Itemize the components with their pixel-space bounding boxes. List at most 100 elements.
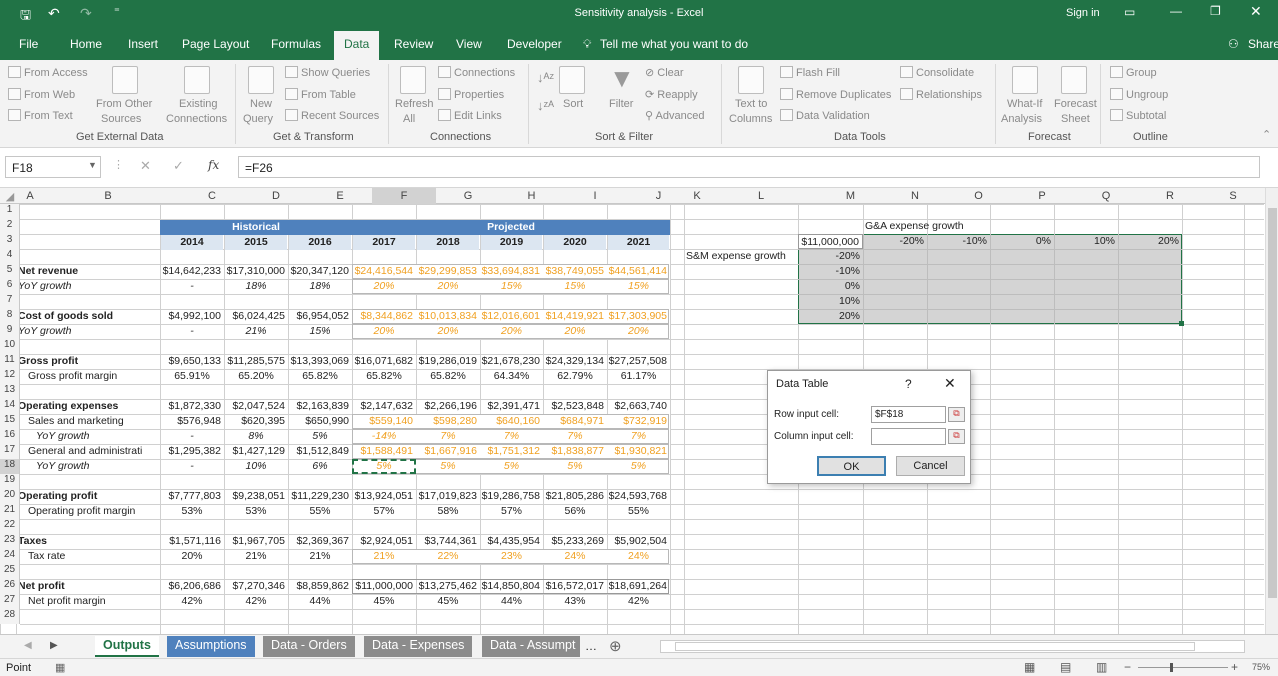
cell-value[interactable]: 18%: [288, 279, 352, 294]
row-header[interactable]: 19: [0, 474, 20, 489]
cell-value[interactable]: $24,329,134: [543, 354, 607, 369]
cell-value[interactable]: $9,238,051: [224, 489, 288, 504]
cell-value[interactable]: -14%: [352, 429, 416, 444]
more-sheets-icon[interactable]: …: [585, 639, 597, 653]
macro-record-icon[interactable]: ▦: [55, 661, 65, 674]
cell-value[interactable]: 20%: [416, 324, 480, 339]
sign-in-link[interactable]: Sign in: [1066, 7, 1100, 19]
cell-value[interactable]: 20%: [352, 279, 416, 294]
tab-insert[interactable]: Insert: [128, 37, 158, 51]
cell-value[interactable]: $1,967,705: [224, 534, 288, 549]
cell-value[interactable]: 20%: [160, 549, 224, 564]
enter-formula-icon[interactable]: ✓: [173, 158, 184, 174]
tab-page-layout[interactable]: Page Layout: [182, 37, 249, 51]
cell-value[interactable]: 45%: [416, 594, 480, 609]
col-header-g[interactable]: G: [436, 190, 500, 202]
cell-value[interactable]: $17,303,905: [607, 309, 670, 324]
cell-value[interactable]: $19,286,758: [480, 489, 543, 504]
cell-value[interactable]: $21,805,286: [543, 489, 607, 504]
row-header[interactable]: 9: [0, 324, 20, 339]
cell-value[interactable]: $559,140: [352, 414, 416, 429]
cell-value[interactable]: $9,650,133: [160, 354, 224, 369]
sens-row-value[interactable]: -20%: [798, 249, 863, 264]
row-header[interactable]: 6: [0, 279, 20, 294]
sens-row-value[interactable]: 10%: [798, 294, 863, 309]
cell-value[interactable]: $7,270,346: [224, 579, 288, 594]
sheet-tab-data-orders[interactable]: Data - Orders: [263, 636, 355, 657]
cell-value[interactable]: 24%: [607, 549, 670, 564]
tab-data[interactable]: Data: [334, 31, 380, 60]
cell-value[interactable]: -: [160, 279, 224, 294]
cell-value[interactable]: 44%: [480, 594, 543, 609]
cell-value[interactable]: 20%: [352, 324, 416, 339]
fill-handle[interactable]: [1179, 321, 1184, 326]
cell-value[interactable]: $20,347,120: [288, 264, 352, 279]
cell-value[interactable]: $4,992,100: [160, 309, 224, 324]
cell-value[interactable]: $6,024,425: [224, 309, 288, 324]
tab-formulas[interactable]: Formulas: [271, 37, 321, 51]
cell-value[interactable]: 7%: [416, 429, 480, 444]
cell-value[interactable]: 5%: [480, 459, 543, 474]
column-input-field[interactable]: [871, 428, 946, 445]
cell-value[interactable]: $13,393,069: [288, 354, 352, 369]
cell-value[interactable]: 55%: [607, 504, 670, 519]
cell-value[interactable]: $2,523,848: [543, 399, 607, 414]
zoom-slider-thumb[interactable]: [1170, 663, 1173, 672]
cell-value[interactable]: $44,561,414: [607, 264, 670, 279]
cell-value[interactable]: 21%: [224, 549, 288, 564]
cell-value[interactable]: 5%: [288, 429, 352, 444]
horizontal-scrollbar[interactable]: [660, 640, 1245, 653]
row-header[interactable]: 24: [0, 549, 20, 564]
name-box-dropdown-icon[interactable]: ▼: [88, 160, 97, 170]
sheet-tab-assumptions[interactable]: Assumptions: [167, 636, 255, 657]
row-header[interactable]: 2: [0, 219, 20, 234]
properties-button[interactable]: Properties: [438, 88, 504, 101]
cell-value[interactable]: $33,694,831: [480, 264, 543, 279]
cell-value[interactable]: $19,286,019: [416, 354, 480, 369]
help-icon[interactable]: ?: [905, 377, 912, 391]
zoom-in-icon[interactable]: +: [1231, 660, 1238, 674]
cell-value[interactable]: 55%: [288, 504, 352, 519]
refresh-all-button[interactable]: Refresh: [395, 98, 434, 110]
sort-za-icon[interactable]: ↓ᶻᴬ: [537, 98, 554, 113]
sort-az-icon[interactable]: ↓ᴬᶻ: [537, 70, 554, 85]
cell-value[interactable]: 20%: [543, 324, 607, 339]
cell-value[interactable]: $1,667,916: [416, 444, 480, 459]
col-header-j[interactable]: J: [627, 190, 690, 202]
row-header[interactable]: 3: [0, 234, 20, 249]
cell-value[interactable]: $1,427,129: [224, 444, 288, 459]
cell-value[interactable]: $17,310,000: [224, 264, 288, 279]
col-header-c[interactable]: C: [180, 190, 244, 202]
row-header[interactable]: 17: [0, 444, 20, 459]
advanced-button[interactable]: ⚲ Advanced: [645, 109, 704, 122]
cell-value[interactable]: 6%: [288, 459, 352, 474]
select-all-icon[interactable]: ◢: [3, 190, 17, 203]
sens-corner-formula[interactable]: $11,000,000: [798, 234, 863, 249]
col-header-m[interactable]: M: [818, 190, 883, 202]
cell-value[interactable]: 57%: [480, 504, 543, 519]
filter-button[interactable]: Filter: [609, 98, 633, 110]
selected-cell-f18[interactable]: [352, 459, 416, 474]
cell-value[interactable]: $14,642,233: [160, 264, 224, 279]
row-header[interactable]: 26: [0, 579, 20, 594]
row-collapse-icon[interactable]: ⧉: [948, 407, 965, 422]
cell-value[interactable]: $17,019,823: [416, 489, 480, 504]
cell-value[interactable]: -: [160, 429, 224, 444]
col-header-l[interactable]: L: [704, 190, 818, 202]
sens-col-value[interactable]: 20%: [1118, 234, 1182, 249]
cell-value[interactable]: 5%: [416, 459, 480, 474]
cell-value[interactable]: $4,435,954: [480, 534, 543, 549]
cell-value[interactable]: 5%: [607, 459, 670, 474]
cell-value[interactable]: $2,047,524: [224, 399, 288, 414]
cell-value[interactable]: $650,990: [288, 414, 352, 429]
prev-sheet-icon[interactable]: ◀: [24, 640, 32, 651]
col-header-f[interactable]: F: [372, 188, 436, 204]
tab-file[interactable]: File: [19, 37, 38, 51]
ok-button[interactable]: OK: [817, 456, 886, 476]
cell-value[interactable]: 8%: [224, 429, 288, 444]
cancel-button[interactable]: Cancel: [896, 456, 965, 476]
horizontal-scroll-thumb[interactable]: [675, 642, 1195, 651]
sens-row-value[interactable]: 20%: [798, 309, 863, 324]
cell-value[interactable]: 65.20%: [224, 369, 288, 384]
new-sheet-icon[interactable]: ⊕: [609, 637, 622, 655]
